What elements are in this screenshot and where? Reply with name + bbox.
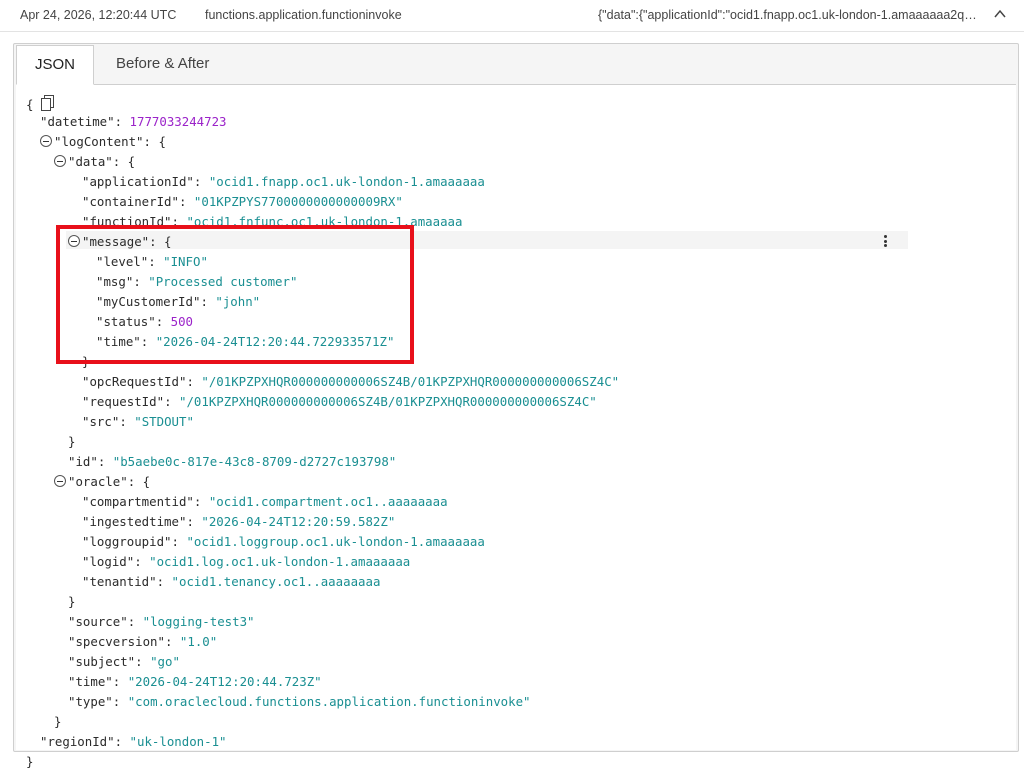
json-line-source: "source": "logging-test3": [68, 614, 255, 629]
json-line-src: "src": "STDOUT": [82, 414, 194, 429]
json-line-containerid: "containerId": "01KPZPYS7700000000000009…: [82, 194, 403, 209]
json-line-time2: "time": "2026-04-24T12:20:44.723Z": [68, 674, 322, 689]
collapse-toggle-icon[interactable]: [54, 475, 66, 487]
json-line-datetime: "datetime": 1777033244723: [40, 114, 227, 129]
json-line-opcrequestid: "opcRequestId": "/01KPZPXHQR000000000006…: [82, 374, 620, 389]
detail-tabs: JSON Before & After: [14, 44, 1018, 85]
json-data-close: }: [68, 434, 76, 449]
collapse-toggle-icon[interactable]: [54, 155, 66, 167]
json-line-time: "time": "2026-04-24T12:20:44.722933571Z": [96, 334, 395, 349]
json-line-requestid: "requestId": "/01KPZPXHQR000000000006SZ4…: [82, 394, 597, 409]
json-line-ingestedtime: "ingestedtime": "2026-04-24T12:20:59.582…: [82, 514, 396, 529]
json-line-loggroupid: "loggroupid": "ocid1.loggroup.oc1.uk-lon…: [82, 534, 485, 549]
json-line-id: "id": "b5aebe0c-817e-43c8-8709-d2727c193…: [68, 454, 397, 469]
json-line-data[interactable]: "data": {: [54, 153, 135, 171]
json-line-mycustomerid: "myCustomerId": "john": [96, 294, 261, 309]
json-line-status: "status": 500: [96, 314, 193, 329]
json-oracle-close: }: [68, 594, 76, 609]
json-line-message[interactable]: "message": {: [68, 233, 172, 251]
json-line-level: "level": "INFO": [96, 254, 208, 269]
log-detail-panel: JSON Before & After { "datetime": 177703…: [13, 43, 1019, 769]
hovered-row-highlight: [66, 231, 908, 249]
json-root-close: }: [26, 754, 34, 769]
json-line-functionid: "functionId": "ocid1.fnfunc.oc1.uk-londo…: [82, 214, 463, 229]
json-line-type: "type": "com.oraclecloud.functions.appli…: [68, 694, 531, 709]
tab-before-after[interactable]: Before & After: [98, 45, 227, 85]
more-options-icon[interactable]: [884, 235, 888, 247]
json-line-oracle[interactable]: "oracle": {: [54, 473, 150, 491]
copy-icon[interactable]: [41, 95, 55, 111]
json-line-regionid: "regionId": "uk-london-1": [40, 734, 227, 749]
tab-json[interactable]: JSON: [16, 45, 94, 85]
json-root-open: {: [26, 93, 55, 112]
json-line-applicationid: "applicationId": "ocid1.fnapp.oc1.uk-lon…: [82, 174, 485, 189]
collapse-toggle-icon[interactable]: [40, 135, 52, 147]
json-line-compartmentid: "compartmentid": "ocid1.compartment.oc1.…: [82, 494, 448, 509]
chevron-up-icon[interactable]: [990, 6, 1010, 26]
json-line-logid: "logid": "ocid1.log.oc1.uk-london-1.amaa…: [82, 554, 411, 569]
log-event-type: functions.application.functioninvoke: [205, 8, 402, 22]
json-line-msg: "msg": "Processed customer": [96, 274, 298, 289]
json-line-specversion: "specversion": "1.0": [68, 634, 218, 649]
log-timestamp: Apr 24, 2026, 12:20:44 UTC: [20, 8, 177, 22]
json-logcontent-close: }: [54, 714, 62, 729]
json-line-tenantid: "tenantid": "ocid1.tenancy.oc1..aaaaaaaa: [82, 574, 381, 589]
collapse-toggle-icon[interactable]: [68, 235, 80, 247]
json-line-subject: "subject": "go": [68, 654, 180, 669]
json-viewer: { "datetime": 1777033244723 "logContent"…: [16, 84, 1016, 769]
log-payload-preview: {"data":{"applicationId":"ocid1.fnapp.oc…: [598, 8, 978, 22]
json-line-logcontent[interactable]: "logContent": {: [40, 133, 166, 151]
json-message-close: }: [82, 354, 90, 369]
log-entry-header[interactable]: Apr 24, 2026, 12:20:44 UTC functions.app…: [0, 0, 1024, 32]
